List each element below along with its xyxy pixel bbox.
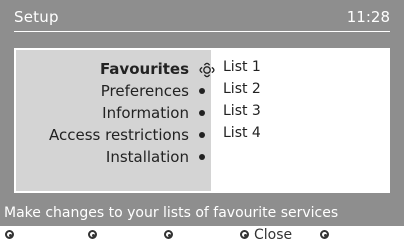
header-bar: Setup 11:28	[0, 0, 404, 48]
list-item[interactable]: List 2	[223, 81, 261, 97]
key-dot-icon	[88, 230, 97, 239]
key-dot-icon	[320, 230, 329, 239]
clock: 11:28	[346, 8, 390, 26]
help-text: Make changes to your lists of favourite …	[4, 205, 339, 221]
bullet-icon	[199, 110, 205, 116]
color-key-bar: Close	[0, 226, 404, 246]
close-label: Close	[254, 227, 293, 243]
list-item[interactable]: List 4	[223, 125, 261, 141]
list-item[interactable]: List 3	[223, 103, 261, 119]
menu-item-label: Preferences	[100, 82, 189, 100]
setup-panel: Favourites Preferences Information Acces…	[14, 48, 390, 193]
header-divider	[14, 31, 390, 32]
setup-menu: Favourites Preferences Information Acces…	[16, 50, 215, 191]
menu-item-label: Information	[102, 104, 189, 122]
menu-item-label: Favourites	[99, 60, 189, 78]
key-dot-icon	[164, 230, 173, 239]
menu-item-label: Access restrictions	[48, 126, 189, 144]
bullet-icon	[199, 88, 205, 94]
list-item[interactable]: List 1	[223, 59, 261, 75]
favourites-list: List 1 List 2 List 3 List 4	[211, 48, 390, 193]
menu-item-preferences[interactable]: Preferences	[16, 81, 211, 103]
menu-item-access-restrictions[interactable]: Access restrictions	[16, 125, 211, 147]
bullet-icon	[199, 132, 205, 138]
page-title: Setup	[14, 8, 59, 26]
menu-item-favourites[interactable]: Favourites	[16, 59, 215, 81]
menu-item-label: Installation	[105, 148, 189, 166]
bullet-icon	[199, 154, 205, 160]
key-dot-icon	[240, 230, 249, 239]
menu-item-installation[interactable]: Installation	[16, 147, 211, 169]
menu-item-information[interactable]: Information	[16, 103, 211, 125]
key-dot-icon	[5, 230, 14, 239]
